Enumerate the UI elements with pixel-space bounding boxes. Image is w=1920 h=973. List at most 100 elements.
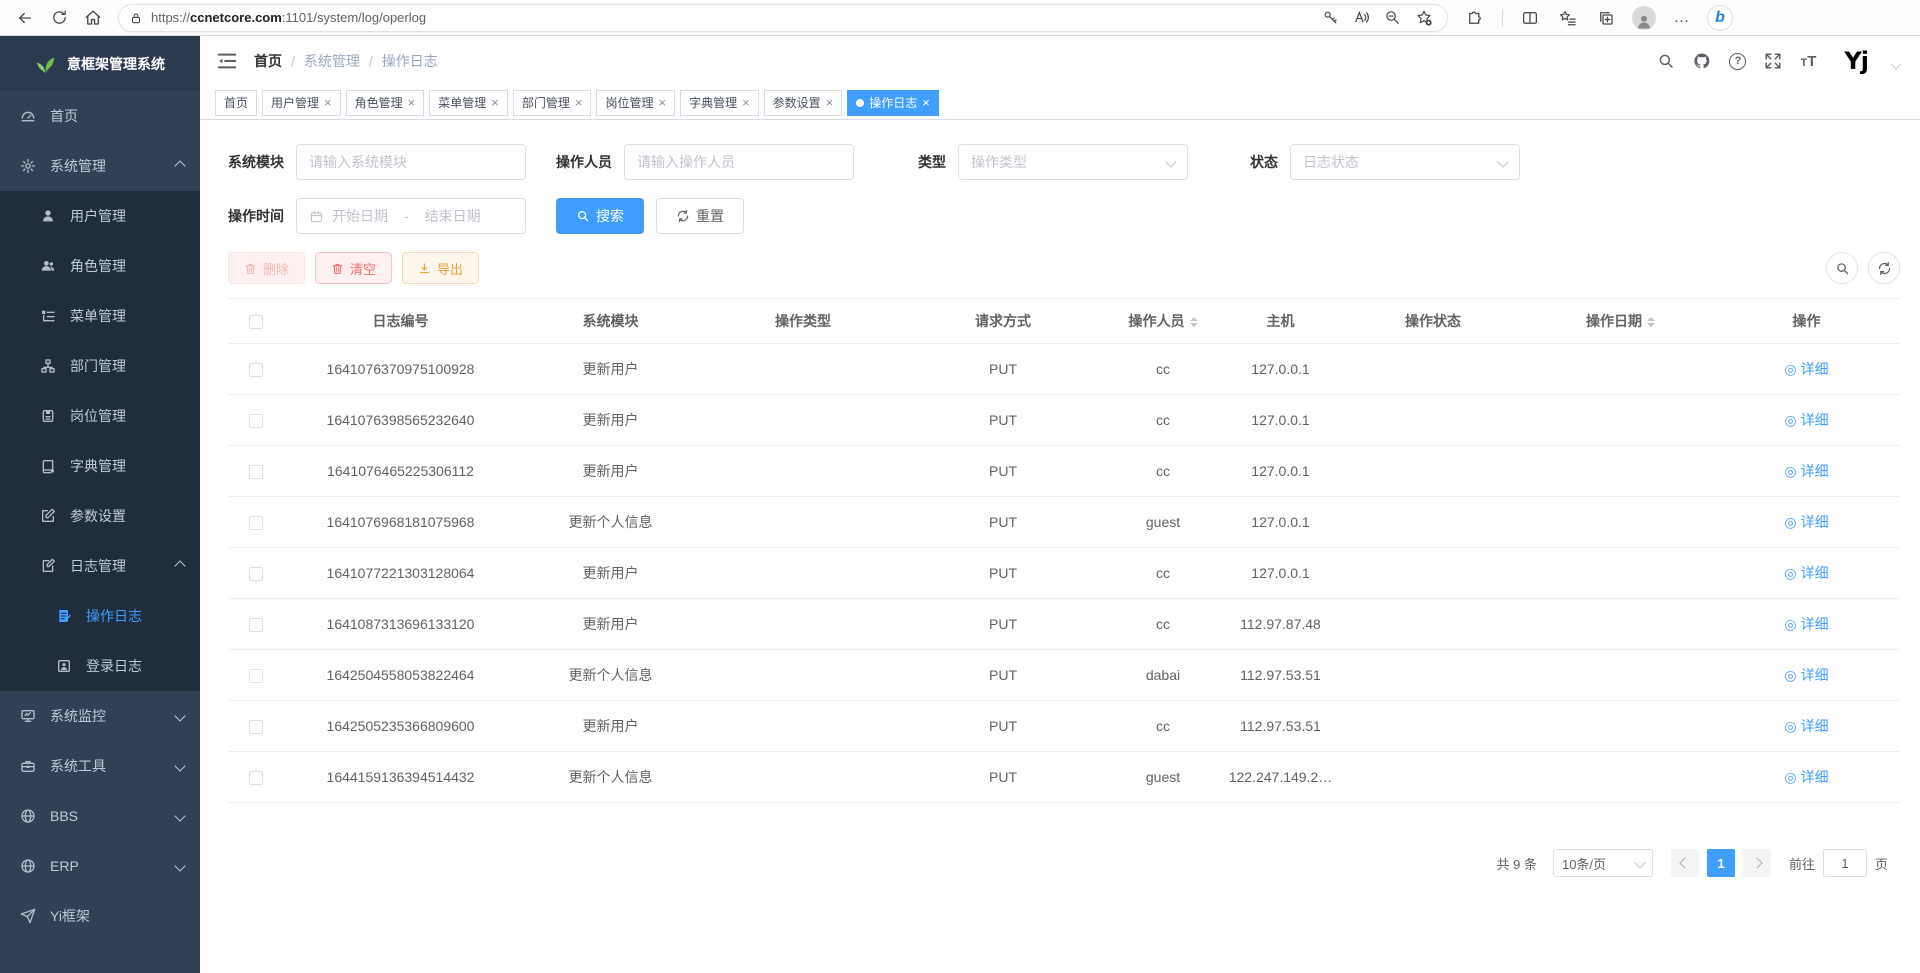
detail-link[interactable]: ◎详细 [1784, 461, 1828, 481]
page-size-select[interactable]: 10条/页 [1553, 849, 1653, 877]
tab-dicts[interactable]: 字典管理× [680, 90, 759, 116]
tab-operlog[interactable]: 操作日志× [847, 90, 939, 116]
browser-refresh-button[interactable] [44, 4, 74, 32]
sidebar-item-posts[interactable]: 岗位管理 [0, 391, 200, 441]
sidebar-item-tools[interactable]: 系统工具 [0, 741, 200, 791]
tab-roles[interactable]: 角色管理× [346, 90, 425, 116]
sidebar-item-home[interactable]: 首页 [0, 91, 200, 141]
sort-icon[interactable] [1647, 317, 1655, 327]
tab-users[interactable]: 用户管理× [262, 90, 341, 116]
row-checkbox[interactable] [249, 771, 263, 785]
detail-link[interactable]: ◎详细 [1784, 410, 1828, 430]
detail-link[interactable]: ◎详细 [1784, 716, 1828, 736]
tab-params[interactable]: 参数设置× [764, 90, 843, 116]
read-aloud-button[interactable] [1353, 9, 1370, 26]
github-icon[interactable] [1693, 52, 1711, 70]
tab-depts[interactable]: 部门管理× [513, 90, 592, 116]
row-checkbox[interactable] [249, 720, 263, 734]
sidebar-item-operlog[interactable]: 操作日志 [0, 591, 200, 641]
tab-menus[interactable]: 菜单管理× [429, 90, 508, 116]
detail-link[interactable]: ◎详细 [1784, 512, 1828, 532]
browser-home-button[interactable] [78, 4, 108, 32]
status-select[interactable]: 日志状态 [1290, 144, 1520, 180]
breadcrumb-system[interactable]: 系统管理 [304, 51, 360, 71]
detail-link[interactable]: ◎详细 [1784, 665, 1828, 685]
sidebar-item-menus[interactable]: 菜单管理 [0, 291, 200, 341]
password-key-button[interactable] [1322, 9, 1339, 26]
row-checkbox[interactable] [249, 516, 263, 530]
current-page[interactable]: 1 [1707, 849, 1735, 877]
close-icon[interactable]: × [826, 96, 834, 109]
tab-posts[interactable]: 岗位管理× [596, 90, 675, 116]
tab-home[interactable]: 首页 [215, 90, 257, 116]
sidebar-item-params[interactable]: 参数设置 [0, 491, 200, 541]
search-button[interactable]: 搜索 [556, 198, 644, 234]
close-icon[interactable]: × [742, 96, 750, 109]
sidebar-item-system[interactable]: 系统管理 [0, 141, 200, 191]
sidebar-item-bbs[interactable]: BBS [0, 791, 200, 841]
breadcrumb-home[interactable]: 首页 [254, 51, 282, 71]
address-bar[interactable]: https://ccnetcore.com:1101/system/log/op… [118, 4, 1448, 32]
row-checkbox[interactable] [249, 618, 263, 632]
close-icon[interactable]: × [491, 96, 499, 109]
date-range-input[interactable]: 开始日期 - 结束日期 [296, 198, 526, 234]
sidebar-item-loginlog[interactable]: 登录日志 [0, 641, 200, 691]
goto-page-input[interactable] [1823, 849, 1867, 877]
user-logo-avatar[interactable]: Yj [1844, 47, 1868, 75]
export-button[interactable]: 导出 [402, 252, 479, 284]
sidebar-item-erp[interactable]: ERP [0, 841, 200, 891]
operator-label: 操作人员 [556, 152, 612, 172]
row-checkbox[interactable] [249, 669, 263, 683]
col-operator[interactable]: 操作人员 [1103, 299, 1223, 344]
operator-input[interactable]: 请输入操作人员 [624, 144, 854, 180]
extensions-button[interactable] [1460, 4, 1490, 32]
detail-link[interactable]: ◎详细 [1784, 563, 1828, 583]
favorites-bar-button[interactable] [1553, 4, 1583, 32]
favorite-add-button[interactable] [1415, 9, 1433, 27]
close-icon[interactable]: × [408, 96, 416, 109]
fullscreen-icon[interactable] [1764, 52, 1782, 70]
zoom-out-button[interactable] [1384, 9, 1401, 26]
close-icon[interactable]: × [658, 96, 666, 109]
toolbox-icon [20, 758, 36, 774]
detail-link[interactable]: ◎详细 [1784, 767, 1828, 787]
sidebar-item-roles[interactable]: 角色管理 [0, 241, 200, 291]
close-icon[interactable]: × [575, 96, 583, 109]
sidebar-item-monitor[interactable]: 系统监控 [0, 691, 200, 741]
row-checkbox[interactable] [249, 363, 263, 377]
detail-link[interactable]: ◎详细 [1784, 359, 1828, 379]
row-checkbox[interactable] [249, 414, 263, 428]
detail-link[interactable]: ◎详细 [1784, 614, 1828, 634]
close-icon[interactable]: × [922, 96, 930, 109]
split-screen-button[interactable] [1515, 4, 1545, 32]
reset-button[interactable]: 重置 [656, 198, 744, 234]
profile-button[interactable] [1629, 4, 1659, 32]
browser-settings-button[interactable]: … [1667, 4, 1697, 32]
close-icon[interactable]: × [324, 96, 332, 109]
sidebar-item-depts[interactable]: 部门管理 [0, 341, 200, 391]
help-icon[interactable]: ? [1729, 53, 1746, 70]
row-checkbox[interactable] [249, 465, 263, 479]
sidebar-item-logs[interactable]: 日志管理 [0, 541, 200, 591]
table-refresh-button[interactable] [1868, 252, 1900, 284]
sidebar-item-yi[interactable]: Yi框架 [0, 891, 200, 941]
next-page-button[interactable] [1743, 849, 1771, 877]
col-date[interactable]: 操作日期 [1528, 299, 1713, 344]
sidebar-item-users[interactable]: 用户管理 [0, 191, 200, 241]
browser-back-button[interactable] [10, 4, 40, 32]
type-select[interactable]: 操作类型 [958, 144, 1188, 180]
hamburger-icon[interactable] [216, 50, 238, 72]
row-checkbox[interactable] [249, 567, 263, 581]
bing-chat-button[interactable]: b [1705, 4, 1735, 32]
table-search-button[interactable] [1826, 252, 1858, 284]
select-all-checkbox[interactable] [249, 315, 263, 329]
collections-button[interactable] [1591, 4, 1621, 32]
font-size-icon[interactable]: TT [1800, 54, 1816, 69]
clear-button[interactable]: 清空 [315, 252, 392, 284]
sort-icon[interactable] [1190, 317, 1198, 327]
header-search-icon[interactable] [1657, 52, 1675, 70]
prev-page-button[interactable] [1671, 849, 1699, 877]
sidebar-item-dicts[interactable]: 字典管理 [0, 441, 200, 491]
module-input[interactable]: 请输入系统模块 [296, 144, 526, 180]
avatar-dropdown-icon[interactable] [1890, 58, 1901, 69]
